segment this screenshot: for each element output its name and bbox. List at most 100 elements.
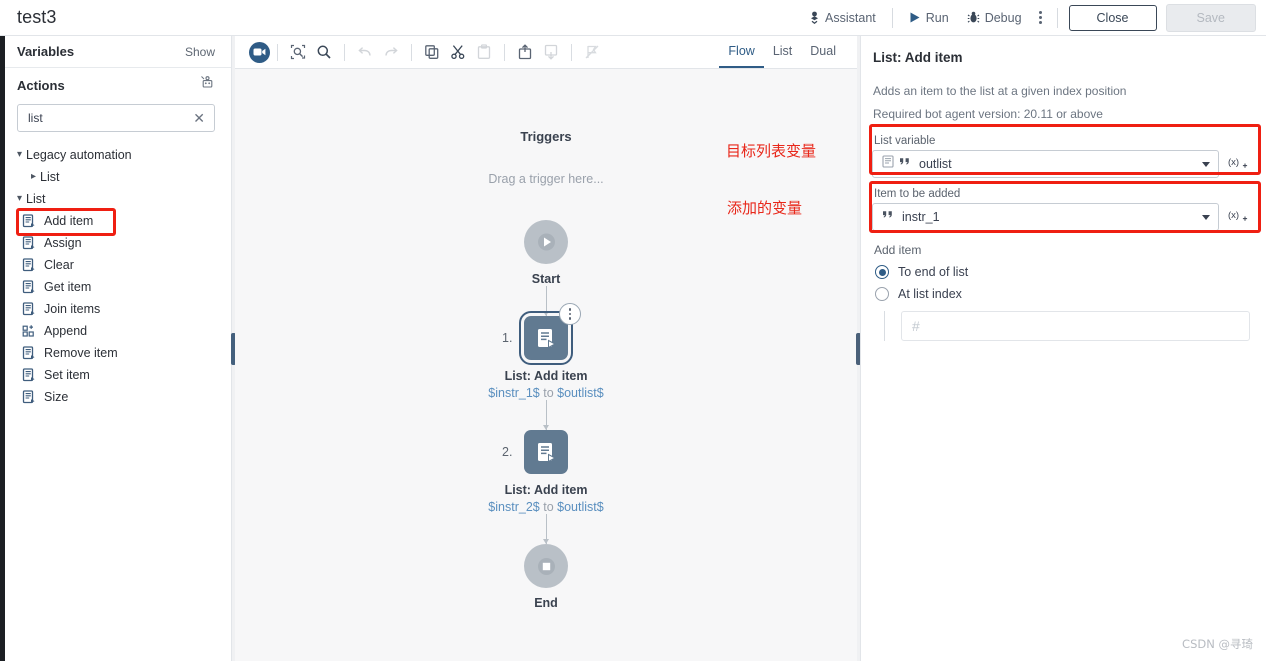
action-item-label: Set item: [44, 368, 90, 382]
tab-list[interactable]: List: [764, 37, 801, 68]
radio-at-list-index[interactable]: At list index: [872, 287, 1250, 301]
variables-show-link[interactable]: Show: [185, 45, 215, 59]
robot-icon[interactable]: [200, 75, 215, 95]
step-title: List: Add item: [505, 483, 588, 497]
tab-dual[interactable]: Dual: [801, 37, 845, 68]
undo-icon: [352, 40, 378, 64]
view-tabs: Flow List Dual: [719, 37, 845, 68]
action-item-remove-item[interactable]: Remove item: [0, 342, 231, 364]
tree-node-legacy-list[interactable]: ▸ List: [0, 166, 231, 188]
list-action-icon: [22, 368, 36, 382]
step-number: 1.: [502, 331, 512, 345]
action-item-set-item[interactable]: Set item: [0, 364, 231, 386]
debug-button[interactable]: Debug: [958, 7, 1031, 29]
breakpoint-off-icon: [579, 40, 605, 64]
step-node-icon[interactable]: [524, 430, 568, 474]
app-window: test3 Assistant Run: [0, 0, 1266, 661]
canvas-column: Flow List Dual Triggers Drag a trigger h…: [235, 36, 857, 661]
assistant-label: Assistant: [825, 11, 876, 25]
connector: [546, 400, 547, 430]
flow-step-2: 2. List: Add item $instr_2$: [488, 430, 603, 514]
action-item-clear[interactable]: Clear: [0, 254, 231, 276]
list-variable-value: outlist: [919, 157, 952, 171]
properties-description: Adds an item to the list at a given inde…: [872, 84, 1250, 98]
run-label: Run: [926, 11, 949, 25]
action-item-append[interactable]: Append: [0, 320, 231, 342]
watermark: CSDN @寻琦: [1182, 636, 1253, 652]
record-icon[interactable]: [249, 42, 270, 63]
item-to-add-label: Item to be added: [872, 188, 1250, 200]
divider: [504, 44, 505, 61]
start-node[interactable]: [524, 220, 568, 264]
action-item-label: Get item: [44, 280, 91, 294]
dot: [1039, 11, 1042, 14]
step-source-var: $instr_1$: [488, 386, 539, 400]
end-node[interactable]: [524, 544, 568, 588]
dot: [569, 313, 572, 316]
list-type-icon: [882, 155, 894, 173]
action-item-size[interactable]: Size: [0, 386, 231, 408]
list-variable-field: List variable: [872, 135, 1250, 178]
divider: [571, 44, 572, 61]
run-button[interactable]: Run: [900, 7, 958, 29]
step-node-icon[interactable]: [524, 316, 568, 360]
end-node-label: End: [534, 596, 558, 610]
list-action-icon: [22, 302, 36, 316]
insert-variable-button-item[interactable]: (x): [1228, 208, 1250, 227]
search-input[interactable]: [28, 111, 191, 125]
canvas-toolbar: Flow List Dual: [235, 36, 857, 69]
drag-trigger-hint[interactable]: Drag a trigger here...: [488, 172, 603, 186]
add-item-section-label: Add item: [872, 243, 1250, 257]
list-variable-select[interactable]: outlist: [872, 150, 1219, 178]
step-2-box: 2.: [524, 430, 568, 474]
divider: [277, 44, 278, 61]
list-index-input[interactable]: #: [901, 311, 1250, 341]
svg-text:(x): (x): [1228, 157, 1239, 168]
properties-panel: List: Add item Adds an item to the list …: [860, 36, 1266, 661]
bug-icon: [967, 11, 980, 24]
annotation-text-target-list-variable: 目标列表变量: [726, 140, 816, 161]
upload-icon[interactable]: [512, 40, 538, 64]
list-action-icon: [535, 327, 558, 350]
item-to-add-select[interactable]: instr_1: [872, 203, 1219, 231]
close-button[interactable]: Close: [1069, 5, 1157, 31]
assistant-button[interactable]: Assistant: [800, 7, 885, 29]
tree-node-label: List: [26, 192, 45, 206]
action-item-join-items[interactable]: Join items: [0, 298, 231, 320]
step-target-var: $outlist$: [557, 386, 604, 400]
top-bar: test3 Assistant Run: [0, 0, 1266, 36]
index-input-wrap: #: [872, 311, 1250, 341]
page-title: test3: [0, 7, 57, 28]
search-icon[interactable]: [311, 40, 337, 64]
action-item-get-item[interactable]: Get item: [0, 276, 231, 298]
tree-node-list[interactable]: ▾ List: [0, 188, 231, 210]
start-node-label: Start: [532, 272, 560, 286]
search-box[interactable]: ✕: [17, 104, 215, 132]
item-to-add-row: instr_1 (x): [872, 203, 1250, 231]
cut-icon[interactable]: [445, 40, 471, 64]
more-options-button[interactable]: [1031, 6, 1050, 29]
copy-icon[interactable]: [419, 40, 445, 64]
tab-flow[interactable]: Flow: [719, 37, 763, 68]
variables-title: Variables: [17, 44, 74, 59]
zoom-region-icon[interactable]: [285, 40, 311, 64]
actions-search: ✕: [0, 102, 231, 132]
triggers-title: Triggers: [520, 129, 571, 144]
download-icon: [538, 40, 564, 64]
properties-requirement: Required bot agent version: 20.11 or abo…: [872, 107, 1250, 121]
tree-node-legacy-automation[interactable]: ▾ Legacy automation: [0, 144, 231, 166]
clear-search-icon[interactable]: ✕: [191, 111, 207, 125]
left-edge-strip: [0, 36, 5, 661]
divider: [892, 8, 893, 28]
connector: [546, 514, 547, 544]
action-item-add-item[interactable]: Add item: [0, 210, 231, 232]
action-item-assign[interactable]: Assign: [0, 232, 231, 254]
step-1-menu-button[interactable]: [559, 303, 581, 325]
action-item-label: Add item: [44, 214, 93, 228]
properties-title: List: Add item: [872, 36, 1250, 65]
insert-variable-button-list[interactable]: (x): [1228, 155, 1250, 174]
debug-label: Debug: [985, 11, 1022, 25]
step-subtitle: $instr_1$ to $outlist$: [488, 386, 603, 400]
radio-to-end-of-list[interactable]: To end of list: [872, 265, 1250, 279]
list-action-icon: [22, 214, 36, 228]
